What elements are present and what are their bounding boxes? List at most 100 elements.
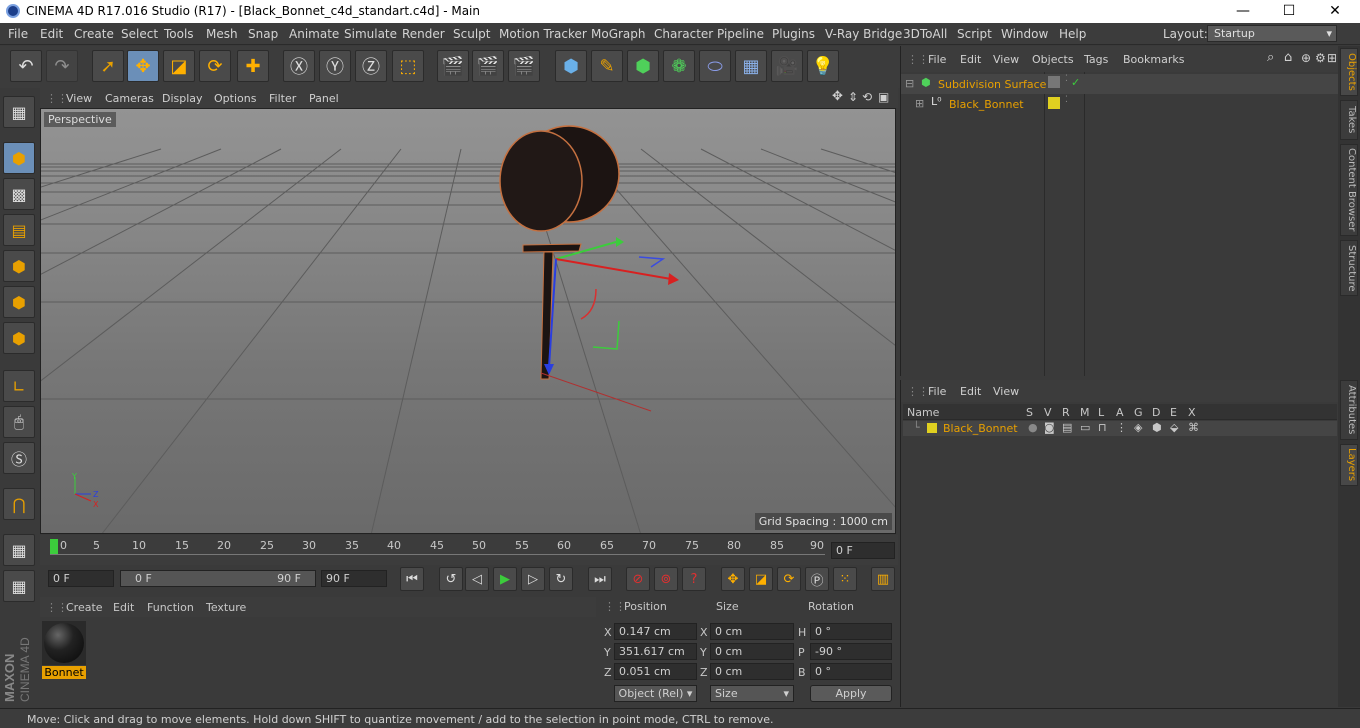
object-row-black-bonnet[interactable]: ⊞ L⁰ Black_Bonnet ⁚ bbox=[901, 94, 1339, 114]
menu-mesh[interactable]: Mesh bbox=[206, 27, 238, 41]
key-parameter-button[interactable]: Ⓟ bbox=[805, 567, 829, 591]
material-swatch-bonnet[interactable] bbox=[42, 621, 86, 665]
object-menu-objects[interactable]: Objects bbox=[1032, 53, 1074, 66]
close-button[interactable]: ✕ bbox=[1312, 0, 1358, 23]
subdivision-button[interactable]: ⬢ bbox=[627, 50, 659, 82]
key-rotation-button[interactable]: ⟳ bbox=[777, 567, 801, 591]
col-render[interactable]: R bbox=[1062, 406, 1070, 419]
menu-help[interactable]: Help bbox=[1059, 27, 1086, 41]
menu-edit[interactable]: Edit bbox=[40, 27, 63, 41]
move-tool-button[interactable]: ✥ bbox=[127, 50, 159, 82]
size-z-field[interactable]: 0 cm bbox=[710, 663, 794, 680]
expression-icon[interactable]: ⬙ bbox=[1170, 421, 1178, 434]
live-selection-button[interactable]: ➚ bbox=[92, 50, 124, 82]
viewport-menu-panel[interactable]: Panel bbox=[309, 92, 339, 105]
keyframe-selection-button[interactable]: ? bbox=[682, 567, 706, 591]
layer-swatch-icon[interactable] bbox=[1048, 76, 1060, 88]
viewport-nav-move-icon[interactable]: ✥ bbox=[832, 89, 843, 104]
layer-color-icon[interactable] bbox=[927, 423, 937, 433]
col-name[interactable]: Name bbox=[907, 406, 939, 419]
rot-h-field[interactable]: 0 ° bbox=[810, 623, 892, 640]
col-view[interactable]: V bbox=[1044, 406, 1052, 419]
material-menu-edit[interactable]: Edit bbox=[113, 601, 134, 614]
col-generators[interactable]: G bbox=[1134, 406, 1143, 419]
cube-button[interactable]: ⬢ bbox=[555, 50, 587, 82]
snap-button[interactable]: ⋂ bbox=[3, 488, 35, 520]
generator-icon[interactable]: ◈ bbox=[1134, 421, 1142, 434]
tab-takes[interactable]: Takes bbox=[1340, 100, 1358, 140]
timeline-ruler[interactable]: 0 5 10 15 20 25 30 35 40 45 50 55 60 65 … bbox=[40, 535, 898, 565]
pen-button[interactable]: ✎ bbox=[591, 50, 623, 82]
menu-tools[interactable]: Tools bbox=[164, 27, 194, 41]
enabled-check-icon[interactable]: ✓ bbox=[1071, 76, 1080, 89]
object-row-subdivision[interactable]: ⊟ ⬢ Subdivision Surface ⁚ ✓ bbox=[901, 74, 1339, 94]
object-menu-bookmarks[interactable]: Bookmarks bbox=[1123, 53, 1184, 66]
visibility-dots-icon[interactable]: ⁚ bbox=[1065, 95, 1068, 105]
key-scale-button[interactable]: ◪ bbox=[749, 567, 773, 591]
tweak-mode-button[interactable]: 🖱 bbox=[3, 406, 35, 438]
object-menu-tags[interactable]: Tags bbox=[1084, 53, 1108, 66]
tree-collapse-icon[interactable]: ⊟ bbox=[905, 77, 914, 90]
go-to-start-button[interactable]: ⏮ bbox=[400, 567, 424, 591]
menu-mograph[interactable]: MoGraph bbox=[591, 27, 646, 41]
col-expressions[interactable]: E bbox=[1170, 406, 1177, 419]
viewport-menu-display[interactable]: Display bbox=[162, 92, 203, 105]
tab-attributes[interactable]: Attributes bbox=[1340, 380, 1358, 440]
start-frame-field[interactable]: 0 F bbox=[48, 570, 114, 587]
manager-icon[interactable]: ▭ bbox=[1080, 421, 1090, 434]
col-animation[interactable]: A bbox=[1116, 406, 1124, 419]
tab-layers[interactable]: Layers bbox=[1340, 444, 1358, 486]
menu-pipeline[interactable]: Pipeline bbox=[717, 27, 764, 41]
camera-button[interactable]: 🎥 bbox=[771, 50, 803, 82]
layer-name[interactable]: Black_Bonnet bbox=[943, 422, 1018, 435]
pos-x-field[interactable]: 0.147 cm bbox=[614, 623, 697, 640]
render-clapper-icon[interactable]: ▤ bbox=[1062, 421, 1072, 434]
next-key-button[interactable]: ↻ bbox=[549, 567, 573, 591]
workplane-mode-button[interactable]: ▤ bbox=[3, 214, 35, 246]
view-eye-icon[interactable]: ◙ bbox=[1044, 421, 1055, 434]
layer-menu-edit[interactable]: Edit bbox=[960, 385, 981, 398]
tab-structure[interactable]: Structure bbox=[1340, 240, 1358, 296]
object-name-subdivision[interactable]: Subdivision Surface bbox=[938, 78, 1046, 91]
animation-icon[interactable]: ⋮ bbox=[1116, 421, 1127, 434]
pos-y-field[interactable]: 351.617 cm bbox=[614, 643, 697, 660]
z-axis-button[interactable]: Ⓩ bbox=[355, 50, 387, 82]
edges-mode-button[interactable]: ⬢ bbox=[3, 286, 35, 318]
y-axis-button[interactable]: Ⓨ bbox=[319, 50, 351, 82]
planar-workplane-button[interactable]: ▦ bbox=[3, 570, 35, 602]
rot-b-field[interactable]: 0 ° bbox=[810, 663, 892, 680]
layer-color-icon[interactable] bbox=[1048, 97, 1060, 109]
render-settings-button[interactable]: 🎬 bbox=[508, 50, 540, 82]
model-mode-button[interactable]: ⬢ bbox=[3, 142, 35, 174]
lock-open-icon[interactable]: ⊓ bbox=[1098, 421, 1107, 434]
apply-button[interactable]: Apply bbox=[810, 685, 892, 702]
undo-button[interactable]: ↶ bbox=[10, 50, 42, 82]
menu-animate[interactable]: Animate bbox=[289, 27, 339, 41]
solo-button[interactable]: Ⓢ bbox=[3, 442, 35, 474]
viewport-maximize-icon[interactable]: ▣ bbox=[878, 90, 889, 104]
x-axis-button[interactable]: Ⓧ bbox=[283, 50, 315, 82]
previous-frame-button[interactable]: ◁ bbox=[465, 567, 489, 591]
viewport-perspective[interactable]: Y Z X Perspective Grid Spacing : 1000 cm bbox=[40, 108, 896, 534]
deformer-icon[interactable]: ⬢ bbox=[1152, 421, 1162, 434]
go-to-end-button[interactable]: ⏭ bbox=[588, 567, 612, 591]
render-to-picture-viewer-button[interactable]: 🎬 bbox=[472, 50, 504, 82]
menu-render[interactable]: Render bbox=[402, 27, 445, 41]
rot-p-field[interactable]: -90 ° bbox=[810, 643, 892, 660]
axis-mode-button[interactable]: ∟ bbox=[3, 370, 35, 402]
menu-character[interactable]: Character bbox=[654, 27, 713, 41]
lock-icon[interactable]: ⊕ bbox=[1301, 51, 1311, 65]
end-frame-field[interactable]: 90 F bbox=[321, 570, 387, 587]
workplane-lock-button[interactable]: ▦ bbox=[3, 534, 35, 566]
tree-expand-icon[interactable]: ⊞ bbox=[915, 97, 924, 110]
col-xref[interactable]: X bbox=[1188, 406, 1196, 419]
viewport-menu-filter[interactable]: Filter bbox=[269, 92, 296, 105]
viewport-menu-view[interactable]: View bbox=[66, 92, 92, 105]
object-menu-file[interactable]: File bbox=[928, 53, 946, 66]
menu-create[interactable]: Create bbox=[74, 27, 114, 41]
key-pla-button[interactable]: ⁙ bbox=[833, 567, 857, 591]
layer-menu-view[interactable]: View bbox=[993, 385, 1019, 398]
viewport-nav-zoom-icon[interactable]: ⇕ bbox=[848, 90, 858, 104]
xref-icon[interactable]: ⌘ bbox=[1188, 421, 1199, 434]
menu-snap[interactable]: Snap bbox=[248, 27, 278, 41]
